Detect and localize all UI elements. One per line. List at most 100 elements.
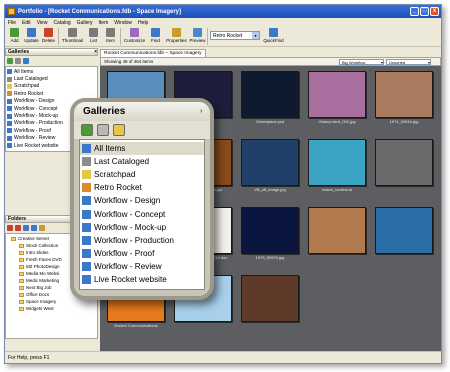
smart-gallery-icon bbox=[82, 209, 91, 219]
delete-gallery-icon[interactable] bbox=[15, 58, 21, 64]
maximize-button[interactable]: □ bbox=[420, 7, 429, 16]
gallery-item[interactable]: Workflow - Mock-up bbox=[80, 221, 204, 234]
item-button[interactable]: Item bbox=[103, 27, 118, 43]
folder-item[interactable]: Widgets West bbox=[7, 305, 96, 312]
new-smart-gallery-icon[interactable] bbox=[113, 124, 125, 136]
thumbnail-item[interactable] bbox=[373, 205, 435, 263]
gallery-item[interactable]: Last Cataloged bbox=[7, 75, 96, 82]
gallery-item[interactable]: Workflow - Review bbox=[80, 260, 204, 273]
menu-view[interactable]: View bbox=[37, 20, 48, 26]
toolbar-button-label: QuickFind bbox=[263, 38, 284, 43]
new-gallery-icon[interactable] bbox=[81, 124, 93, 136]
panel-close-icon[interactable]: × bbox=[94, 49, 97, 55]
find-icon bbox=[151, 28, 160, 37]
gallery-item[interactable]: Retro Rocket bbox=[80, 181, 204, 194]
menu-item[interactable]: Item bbox=[99, 20, 109, 26]
thumbnail-item[interactable] bbox=[239, 273, 301, 331]
smart-gallery-icon bbox=[7, 98, 12, 104]
add-button[interactable]: Add bbox=[7, 27, 22, 43]
new-gallery-icon[interactable] bbox=[7, 58, 13, 64]
thumbnail-image bbox=[308, 71, 366, 118]
info-bar: Showing 48 of 464 items Big Workflow ▾ U… bbox=[100, 57, 441, 66]
item-view-icon bbox=[106, 28, 115, 37]
view-preset-value: Big Workflow bbox=[342, 59, 366, 65]
view-preset-select[interactable]: Big Workflow ▾ bbox=[339, 59, 384, 65]
menu-window[interactable]: Window bbox=[114, 20, 132, 26]
smart-gallery-icon bbox=[7, 106, 12, 112]
quickfind-value: Retro Rocket bbox=[213, 32, 243, 39]
thumbnail-item[interactable]: VB_off_image.jpg bbox=[239, 137, 301, 195]
properties-button[interactable]: Properties bbox=[165, 27, 188, 43]
folder-action-icon[interactable] bbox=[39, 225, 45, 231]
folder-action-icon[interactable] bbox=[15, 225, 21, 231]
chevron-right-icon[interactable]: › bbox=[200, 108, 206, 117]
folder-item-label: Media Mo Websi bbox=[26, 271, 60, 276]
customize-button[interactable]: Customize bbox=[123, 27, 146, 43]
gallery-item[interactable]: Scratchpad bbox=[7, 83, 96, 90]
menu-gallery[interactable]: Gallery bbox=[77, 20, 93, 26]
gallery-item-label: Workflow - Review bbox=[94, 261, 162, 271]
thumbnail-item[interactable]: 1975_50976.jpg bbox=[239, 205, 301, 263]
gallery-item[interactable]: All Items bbox=[7, 68, 96, 75]
gallery-item-label: All Items bbox=[14, 68, 34, 75]
update-button[interactable]: Update bbox=[24, 27, 39, 43]
smart-gallery-icon[interactable] bbox=[23, 58, 29, 64]
folder-item-label: MZ PhotoDesign bbox=[26, 264, 60, 269]
customize-icon bbox=[130, 28, 139, 37]
list-button[interactable]: List bbox=[86, 27, 101, 43]
thumbnail-caption: VB_off_image.jpg bbox=[254, 187, 286, 192]
gallery-item-label: Live Rocket website bbox=[14, 142, 59, 149]
gallery-item[interactable]: Live Rocket website bbox=[80, 273, 204, 286]
all-items-icon bbox=[7, 69, 12, 75]
delete-button[interactable]: Delete bbox=[41, 27, 56, 43]
menu-file[interactable]: File bbox=[8, 20, 16, 26]
gallery-item[interactable]: Workflow - Production bbox=[80, 234, 204, 247]
sort-select[interactable]: Unsorted ▾ bbox=[386, 59, 431, 65]
thumbnail-item[interactable] bbox=[306, 205, 368, 263]
menu-catalog[interactable]: Catalog bbox=[53, 20, 70, 26]
delete-gallery-icon[interactable] bbox=[97, 124, 109, 136]
gallery-item[interactable]: Workflow - Concept bbox=[80, 207, 204, 220]
gallery-item[interactable]: Workflow - Proof bbox=[80, 247, 204, 260]
thumbnail-image bbox=[241, 275, 299, 322]
gallery-item[interactable]: Last Cataloged bbox=[80, 155, 204, 168]
gallery-item-label: Live Rocket website bbox=[94, 274, 167, 284]
last-cataloged-icon bbox=[82, 157, 91, 167]
gallery-item[interactable]: All Items bbox=[80, 142, 204, 156]
gallery-item-label: Workflow - Design bbox=[94, 196, 161, 206]
toolbar-button-label: List bbox=[89, 38, 97, 43]
find-button[interactable]: Find bbox=[148, 27, 163, 43]
title-bar: Portfolio - [Rocket Communications.fdb -… bbox=[5, 5, 441, 18]
toolbar-separator bbox=[58, 28, 59, 45]
folder-action-icon[interactable] bbox=[31, 225, 37, 231]
smart-gallery-icon bbox=[7, 135, 12, 141]
quickfind-input[interactable]: Retro Rocket ▾ bbox=[210, 31, 260, 40]
thumbnail-item[interactable]: 1974_0061b.jpg bbox=[373, 69, 435, 127]
gallery-item-label: Scratchpad bbox=[14, 83, 40, 90]
folder-icon bbox=[19, 250, 24, 255]
thumbnail-button[interactable]: Thumbnail bbox=[61, 27, 84, 43]
gallery-item[interactable]: Workflow - Design bbox=[80, 194, 204, 207]
thumbnail-item[interactable]: Galaxy-bkrd_002.jpg bbox=[306, 69, 368, 127]
folder-item-label: Widgets West bbox=[26, 306, 54, 311]
minimize-button[interactable]: _ bbox=[410, 7, 419, 16]
close-button[interactable]: x bbox=[430, 7, 439, 16]
thumbnail-item[interactable] bbox=[373, 137, 435, 195]
chevron-down-icon: ▾ bbox=[380, 59, 383, 65]
gallery-item[interactable]: Retro Rocket bbox=[7, 90, 96, 97]
galleries-panel-header: Galleries × bbox=[5, 48, 98, 56]
preview-button[interactable]: Preview bbox=[190, 27, 206, 43]
folder-action-icon[interactable] bbox=[7, 225, 13, 231]
quickfind-button[interactable]: QuickFind bbox=[262, 27, 285, 43]
folder-item-label: Next Big Job bbox=[26, 285, 52, 290]
galleries-panel-title: Galleries bbox=[8, 49, 30, 55]
thumbnail-item[interactable]: rocket_contest.ai bbox=[306, 137, 368, 195]
gallery-item-label: Scratchpad bbox=[94, 170, 136, 180]
menu-edit[interactable]: Edit bbox=[22, 20, 31, 26]
catalog-tab[interactable]: Rocket Communications.fdb – Space Imager… bbox=[100, 49, 206, 57]
thumbnail-item[interactable]: Outerspace.psd bbox=[239, 69, 301, 127]
gallery-item[interactable]: Scratchpad bbox=[80, 168, 204, 181]
menu-help[interactable]: Help bbox=[138, 20, 148, 26]
folder-action-icon[interactable] bbox=[23, 225, 29, 231]
smart-gallery-icon bbox=[7, 113, 12, 119]
